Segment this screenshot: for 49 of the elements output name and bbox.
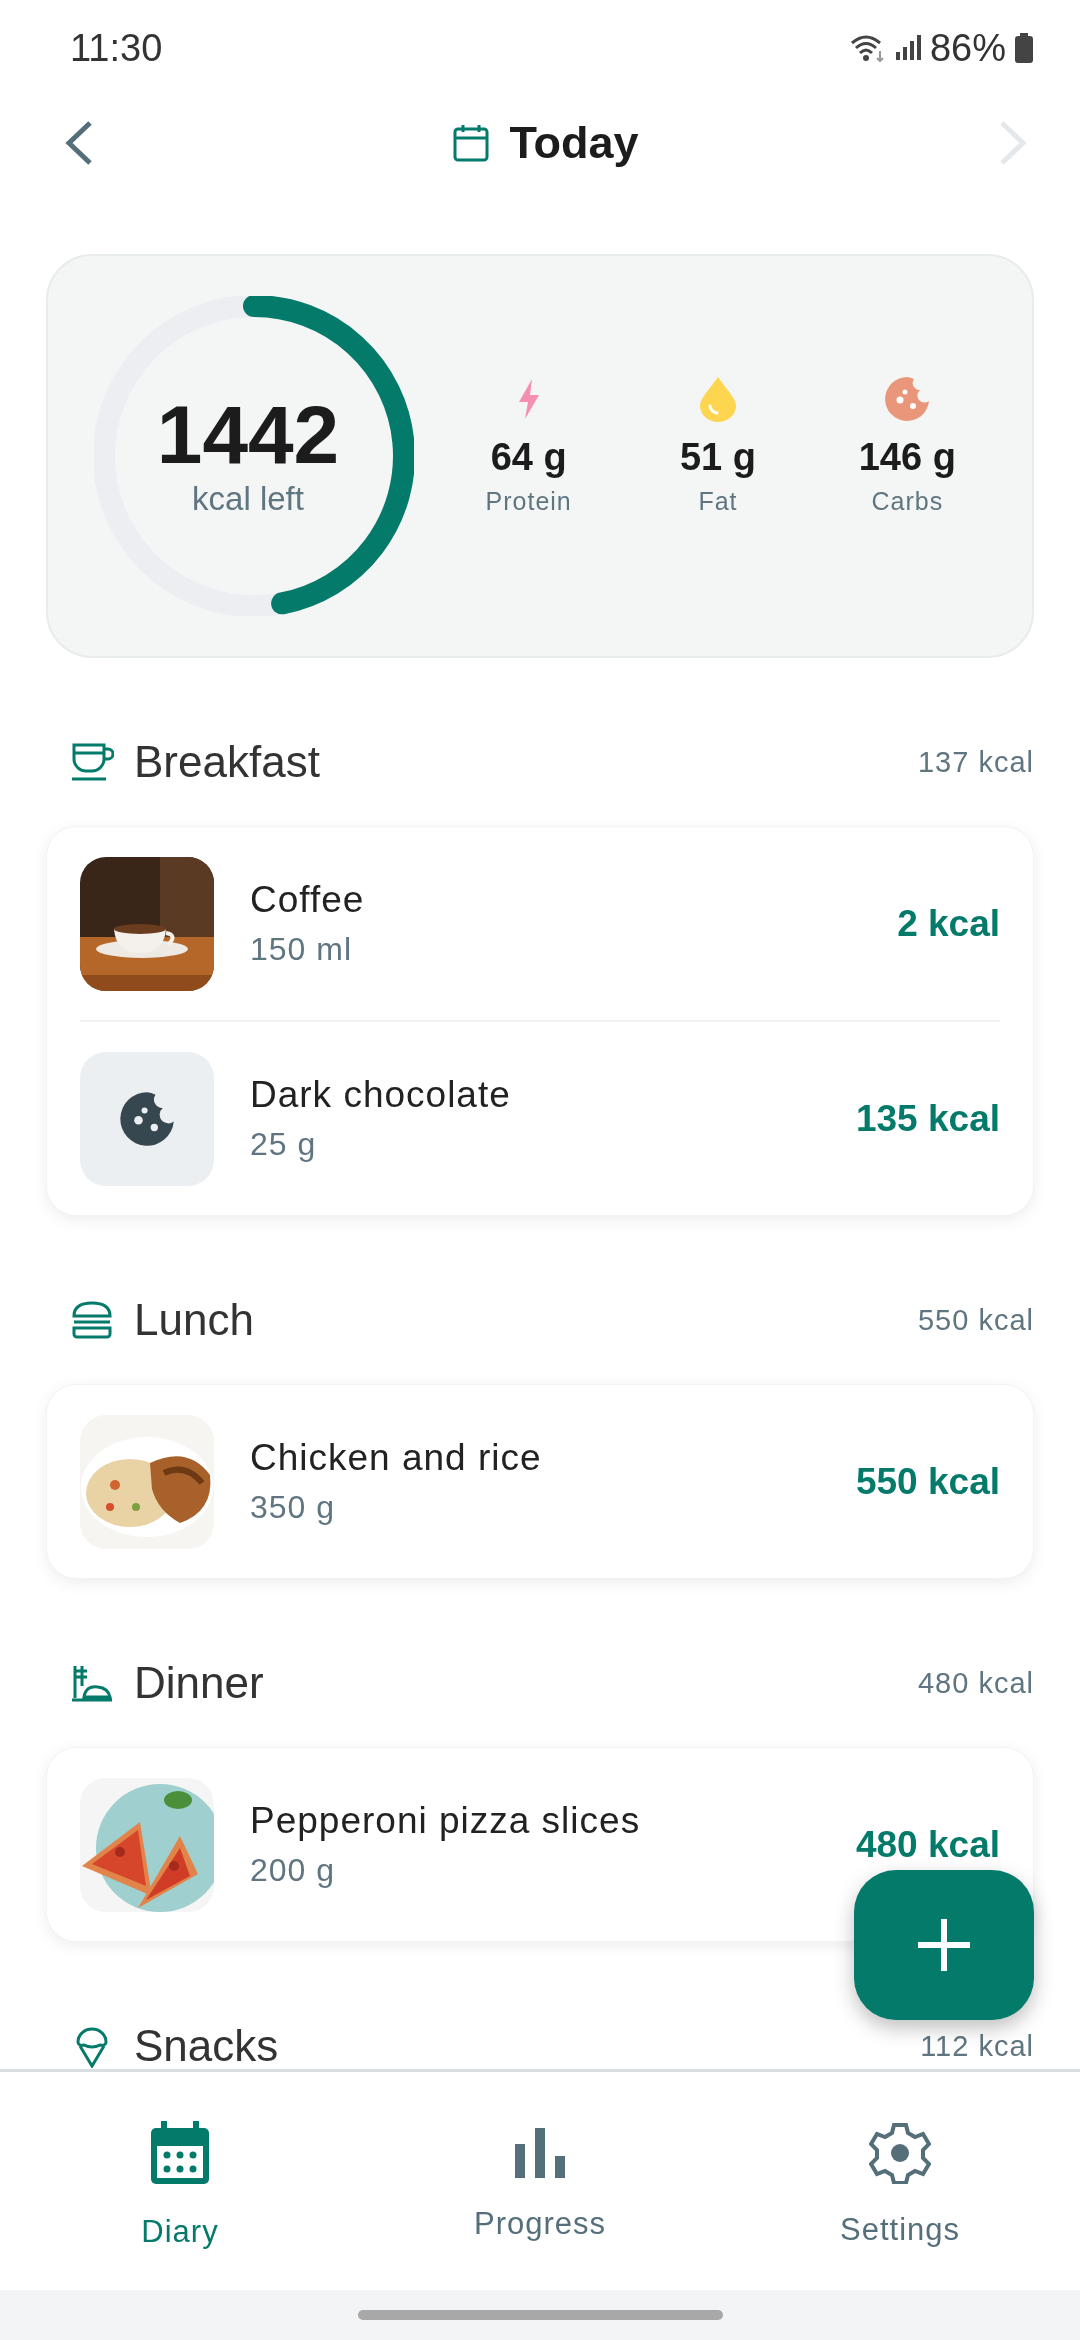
add-button[interactable] [854, 1870, 1034, 2020]
nav-tab[interactable]: Diary [0, 2072, 360, 2290]
page-title: Today [509, 117, 639, 169]
calories-left: 1442 [156, 394, 340, 476]
cookie-icon [119, 1090, 175, 1147]
macro-label: Carbs [871, 487, 944, 516]
signal-icon [893, 34, 922, 62]
meal-total: 480 kcal [918, 1666, 1034, 1700]
macro-label: Fat [698, 487, 738, 516]
food-amount: 25 g [250, 1126, 318, 1163]
calendar-icon [453, 124, 490, 162]
plus-icon [916, 1917, 972, 1973]
bar-chart-icon [515, 2127, 565, 2178]
battery-percent: 86% [929, 26, 1006, 70]
cup-icon [70, 742, 114, 782]
macro-value: 64 g [490, 436, 567, 479]
status-time: 11:30 [70, 26, 163, 70]
nav-tab[interactable]: Settings [720, 2072, 1080, 2290]
drop-icon [698, 376, 738, 422]
food-calories: 2 kcal [897, 902, 1000, 945]
macro-value: 51 g [679, 436, 756, 479]
food-name: Chicken and rice [250, 1437, 543, 1479]
food-name: Dark chocolate [250, 1074, 512, 1116]
battery-icon [1014, 33, 1034, 63]
meal-title: Breakfast [134, 737, 321, 787]
settings-icon [869, 2121, 931, 2184]
food-calories: 135 kcal [855, 1097, 1000, 1140]
calendar-icon [149, 2119, 211, 2186]
food-amount: 200 g [250, 1852, 337, 1889]
meal-title: Dinner [134, 1658, 265, 1708]
wifi-icon [849, 33, 886, 63]
meal-total: 112 kcal [920, 2029, 1034, 2063]
meal-total: 137 kcal [918, 745, 1034, 779]
macro-value: 146 g [858, 436, 956, 479]
food-calories: 550 kcal [855, 1460, 1000, 1503]
food-amount: 150 ml [250, 931, 354, 968]
macro-label: Protein [485, 487, 572, 516]
calories-caption: kcal left [192, 480, 304, 518]
cookie-icon [884, 376, 931, 422]
meal-title: Lunch [134, 1295, 255, 1345]
burger-icon [70, 1300, 114, 1340]
meal-title: Snacks [134, 2021, 280, 2069]
meal-total: 550 kcal [918, 1303, 1034, 1337]
food-amount: 350 g [250, 1489, 337, 1526]
food-name: Pepperoni pizza slices [250, 1800, 642, 1842]
dining-table-icon [70, 1663, 114, 1703]
nav-tab[interactable]: Progress [360, 2072, 720, 2290]
food-name: Coffee [250, 879, 366, 921]
food-calories: 480 kcal [855, 1823, 1000, 1866]
